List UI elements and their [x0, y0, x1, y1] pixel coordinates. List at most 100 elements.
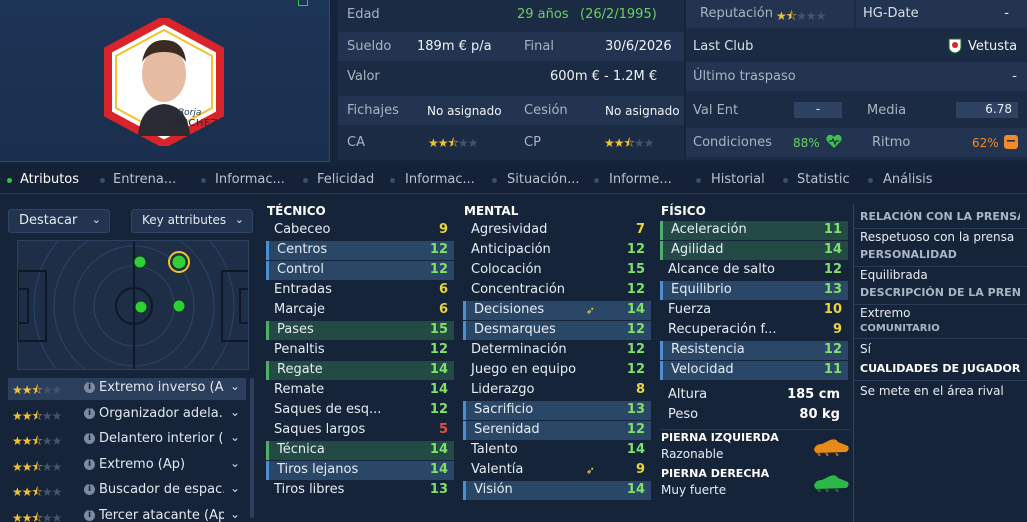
tab-felicidad[interactable]: Felicidad: [317, 172, 374, 187]
attribute-row[interactable]: Técnica 14: [266, 441, 454, 460]
tab-atributos[interactable]: Atributos: [20, 172, 79, 187]
tab-informe[interactable]: Informe...: [609, 172, 672, 187]
player-badge: Borja SÁNCHEZ: [100, 15, 228, 149]
attribute-row[interactable]: Aceleración 11: [660, 221, 848, 240]
chevron-down-icon[interactable]: ⌄: [230, 456, 240, 470]
attribute-name: Tiros libres: [274, 482, 345, 497]
attribute-row[interactable]: Penaltis 12: [266, 341, 454, 360]
attribute-row[interactable]: Serenidad 12: [463, 421, 651, 440]
attribute-row[interactable]: Determinación 12: [463, 341, 651, 360]
attribute-name: Talento: [471, 442, 518, 457]
attribute-row[interactable]: Velocidad 11: [660, 361, 848, 380]
attribute-row[interactable]: Concentración 12: [463, 281, 651, 300]
attribute-row[interactable]: Resistencia 12: [660, 341, 848, 360]
attribute-row[interactable]: Liderazgo 8: [463, 381, 651, 400]
info-icon[interactable]: i: [84, 484, 95, 495]
chevron-down-icon[interactable]: ⌄: [230, 430, 240, 444]
role-row[interactable]: ★★⯪★★ i Buscador de espac... ⌄: [8, 480, 246, 502]
tab-statistic[interactable]: Statistic: [797, 172, 850, 187]
tab-historial[interactable]: Historial: [711, 172, 765, 187]
ca-label: CA: [347, 135, 365, 150]
tab-analisis[interactable]: Análisis: [883, 172, 932, 187]
attribute-row[interactable]: Juego en equipo 12: [463, 361, 651, 380]
chevron-down-icon[interactable]: ⌄: [230, 507, 240, 521]
role-row[interactable]: ★★⯪★★ i Extremo inverso (Ap) ⌄: [8, 378, 246, 400]
attribute-value: 13: [429, 482, 448, 497]
role-row[interactable]: ★★⯪★★ i Organizador adela... ⌄: [8, 404, 246, 426]
attribute-name: Aceleración: [671, 222, 747, 237]
chevron-down-icon[interactable]: ⌄: [230, 405, 240, 419]
attribute-row[interactable]: Centros 12: [266, 241, 454, 260]
attribute-row[interactable]: Tiros lejanos 14: [266, 461, 454, 480]
destacar-label: Destacar: [19, 213, 78, 228]
info-icon[interactable]: i: [84, 433, 95, 444]
attribute-row[interactable]: Pases 15: [266, 321, 454, 340]
traspaso-value: -: [1012, 69, 1017, 84]
attribute-row[interactable]: Decisiones ➶ 14: [463, 301, 651, 320]
attribute-row[interactable]: Marcaje 6: [266, 301, 454, 320]
attribute-name: Decisiones: [474, 302, 545, 317]
attribute-row[interactable]: Talento 14: [463, 441, 651, 460]
attribute-row[interactable]: Alcance de salto 12: [660, 261, 848, 280]
attribute-row[interactable]: Control 12: [266, 261, 454, 280]
contract-info-panel: Edad 29 años (26/2/1995) Sueldo 189m € p…: [338, 0, 684, 160]
attribute-row[interactable]: Valentía ➶ 9: [463, 461, 651, 480]
info-icon[interactable]: i: [84, 458, 95, 470]
attribute-row[interactable]: Entradas 6: [266, 281, 454, 300]
attribute-value: 12: [823, 342, 842, 357]
role-row[interactable]: ★★⯪★★ i Tercer atacante (Ap) ⌄: [8, 506, 246, 522]
attribute-row[interactable]: Agresividad 7: [463, 221, 651, 240]
roles-scrollbar[interactable]: [250, 378, 254, 518]
attribute-row[interactable]: Visión 14: [463, 481, 651, 500]
attribute-row[interactable]: Tiros libres 13: [266, 481, 454, 500]
pierna-der-value: Muy fuerte: [661, 483, 727, 497]
cualidades-heading: CUALIDADES DE JUGADOR: [860, 362, 1020, 375]
lastclub-row: Last Club Vetusta: [686, 32, 1027, 61]
attribute-row[interactable]: Fuerza 10: [660, 301, 848, 320]
attribute-value: 11: [823, 222, 842, 237]
valent-media-row: Val Ent - Media 6.78: [686, 96, 1027, 125]
destacar-dropdown[interactable]: Destacar ⌄: [8, 209, 110, 233]
attribute-row[interactable]: Equilibrio 13: [660, 281, 848, 300]
attribute-row[interactable]: Recuperación f... 9: [660, 321, 848, 340]
chevron-down-icon[interactable]: ⌄: [230, 379, 240, 393]
attribute-row[interactable]: Remate 14: [266, 381, 454, 400]
corner-marker: [298, 0, 308, 6]
role-row[interactable]: ★★⯪★★ i Delantero interior (... ⌄: [8, 429, 246, 451]
media-value: 6.78: [956, 102, 1018, 118]
divider: [854, 228, 1027, 229]
cesion-label: Cesión: [524, 103, 568, 118]
info-icon[interactable]: i: [84, 407, 95, 419]
divider: [660, 429, 850, 430]
attribute-name: Juego en equipo: [471, 362, 577, 377]
attribute-name: Resistencia: [671, 342, 745, 357]
role-stars: ★★⯪★★: [12, 510, 62, 522]
attribute-row[interactable]: Regate 14: [266, 361, 454, 380]
tab-dot: [201, 178, 206, 183]
ritmo-label: Ritmo: [872, 135, 911, 150]
attribute-row[interactable]: Cabeceo 9: [266, 221, 454, 240]
hg-value: -: [1004, 6, 1009, 21]
attribute-name: Agresividad: [471, 222, 548, 237]
altura-label: Altura: [668, 387, 708, 402]
attribute-row[interactable]: Desmarques 12: [463, 321, 651, 340]
attribute-value: 6: [438, 302, 448, 317]
tab-entrenamiento[interactable]: Entrena...: [113, 172, 176, 187]
attribute-row[interactable]: Anticipación 12: [463, 241, 651, 260]
info-icon[interactable]: i: [84, 509, 95, 521]
valor-value: 600m € - 1.2M €: [550, 69, 658, 84]
attribute-row[interactable]: Saques largos 5: [266, 421, 454, 440]
chevron-down-icon[interactable]: ⌄: [230, 481, 240, 495]
role-row[interactable]: ★★⯪★★ i Extremo (Ap) ⌄: [8, 455, 246, 477]
tab-situacion[interactable]: Situación...: [507, 172, 580, 187]
attribute-row[interactable]: Agilidad 14: [660, 241, 848, 260]
attribute-row[interactable]: Colocación 15: [463, 261, 651, 280]
club-crest-icon: [948, 38, 962, 54]
attribute-row[interactable]: Saques de esq... 12: [266, 401, 454, 420]
attribute-row[interactable]: Sacrificio 13: [463, 401, 651, 420]
info-icon[interactable]: i: [84, 382, 95, 393]
tab-informacion-2[interactable]: Informac...: [405, 172, 475, 187]
key-attributes-dropdown[interactable]: Key attributes ⌄: [131, 209, 253, 233]
tab-informacion[interactable]: Informac...: [215, 172, 285, 187]
comunitario-value: Sí: [860, 342, 871, 356]
